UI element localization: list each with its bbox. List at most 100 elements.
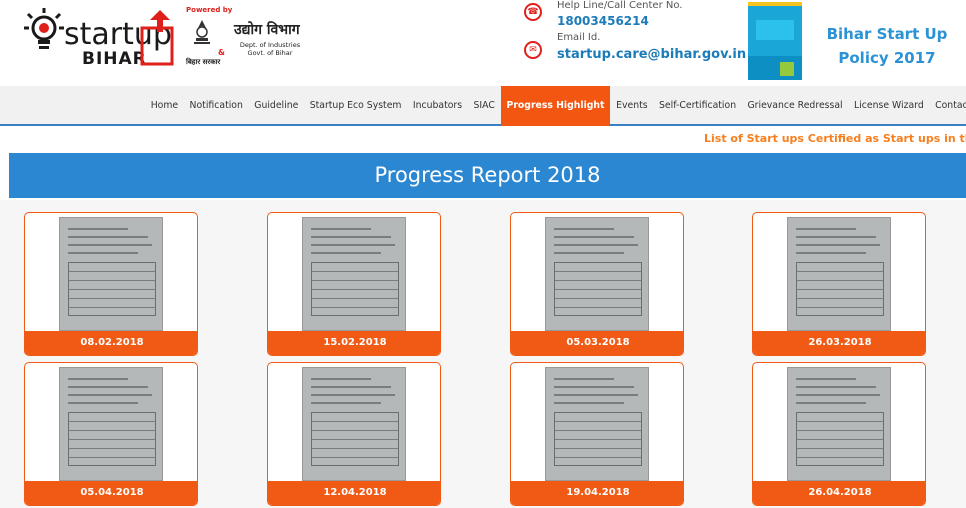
report-date[interactable]: 05.03.2018 xyxy=(511,331,683,355)
startup-bihar-logo[interactable]: startup BIHAR xyxy=(24,6,176,68)
bulb-icon xyxy=(24,8,64,49)
document-text-line xyxy=(311,228,371,230)
document-text-line xyxy=(554,236,634,238)
report-date[interactable]: 26.03.2018 xyxy=(753,331,925,355)
report-date[interactable]: 08.02.2018 xyxy=(25,331,197,355)
helpline-label: Help Line/Call Center No. xyxy=(557,0,683,11)
report-date[interactable]: 12.04.2018 xyxy=(268,481,440,505)
nav-item-incubators[interactable]: Incubators xyxy=(407,86,468,126)
document-text-line xyxy=(796,228,856,230)
nav-item-license-wizard[interactable]: License Wizard xyxy=(848,86,929,126)
dept-text: Dept. of Industries Govt. of Bihar xyxy=(228,41,312,57)
report-thumbnail[interactable] xyxy=(302,367,406,481)
news-ticker[interactable]: List of Start ups Certified as Start ups… xyxy=(0,128,966,150)
bihar-sarkar-text: बिहार सरकार xyxy=(186,58,221,66)
document-text-line xyxy=(68,244,152,246)
document-text-line xyxy=(796,244,880,246)
nav-item-siac[interactable]: SIAC xyxy=(468,86,501,126)
dept-line1: Dept. of Industries xyxy=(239,41,301,49)
document-text-line xyxy=(796,386,876,388)
ampersand: & xyxy=(218,48,225,57)
document-text-line xyxy=(554,244,638,246)
report-date[interactable]: 26.04.2018 xyxy=(753,481,925,505)
page-title: Progress Report 2018 xyxy=(9,153,966,198)
policy-line1: Bihar Start Up xyxy=(826,25,948,43)
document-text-line xyxy=(554,386,634,388)
nav-item-progress-highlight[interactable]: Progress Highlight xyxy=(500,86,611,126)
document-text-line xyxy=(68,378,128,380)
document-text-line xyxy=(311,244,395,246)
helpline-number[interactable]: 18003456214 xyxy=(557,14,649,28)
document-text-line xyxy=(311,252,381,254)
svg-text:BIHAR: BIHAR xyxy=(82,49,147,68)
report-thumbnail[interactable] xyxy=(59,217,163,331)
site-header: startup BIHAR Powered by उद्योग विभाग & … xyxy=(0,0,966,86)
report-card[interactable]: 15.02.2018 xyxy=(267,212,441,356)
phone-icon: ☎ xyxy=(524,3,542,21)
document-text-line xyxy=(68,394,152,396)
nav-item-startup-eco-system[interactable]: Startup Eco System xyxy=(304,86,407,126)
document-table xyxy=(68,262,156,316)
document-text-line xyxy=(311,402,381,404)
document-text-line xyxy=(554,252,624,254)
document-table xyxy=(554,412,642,466)
report-grid: 08.02.2018 15.02.2018 05.03.2018 26.03.2… xyxy=(0,200,966,508)
document-table xyxy=(68,412,156,466)
policy-link[interactable]: Bihar Start Up Policy 2017 xyxy=(812,22,962,70)
report-card[interactable]: 26.04.2018 xyxy=(752,362,926,506)
report-card[interactable]: 08.02.2018 xyxy=(24,212,198,356)
nav-item-events[interactable]: Events xyxy=(610,86,653,126)
document-text-line xyxy=(796,378,856,380)
document-table xyxy=(311,262,399,316)
report-card[interactable]: 26.03.2018 xyxy=(752,212,926,356)
document-table xyxy=(796,262,884,316)
document-text-line xyxy=(554,394,638,396)
document-text-line xyxy=(68,228,128,230)
report-card[interactable]: 05.03.2018 xyxy=(510,212,684,356)
report-date[interactable]: 05.04.2018 xyxy=(25,481,197,505)
document-table xyxy=(796,412,884,466)
report-thumbnail[interactable] xyxy=(302,217,406,331)
nav-item-notification[interactable]: Notification xyxy=(184,86,249,126)
powered-by-block: Powered by उद्योग विभाग & Dept. of Indus… xyxy=(186,6,326,68)
nav-item-guideline[interactable]: Guideline xyxy=(249,86,304,126)
document-text-line xyxy=(68,236,148,238)
dept-line2: Govt. of Bihar xyxy=(247,49,293,57)
report-date[interactable]: 15.02.2018 xyxy=(268,331,440,355)
report-date[interactable]: 19.04.2018 xyxy=(511,481,683,505)
report-card[interactable]: 12.04.2018 xyxy=(267,362,441,506)
report-thumbnail[interactable] xyxy=(59,367,163,481)
document-table xyxy=(554,262,642,316)
main-nav: Home Notification Guideline Startup Eco … xyxy=(0,86,966,126)
report-thumbnail[interactable] xyxy=(545,367,649,481)
report-thumbnail[interactable] xyxy=(787,217,891,331)
nav-item-contact-us[interactable]: Contact Us xyxy=(929,86,966,126)
report-thumbnail[interactable] xyxy=(545,217,649,331)
document-text-line xyxy=(796,252,866,254)
document-text-line xyxy=(554,402,624,404)
report-card[interactable]: 05.04.2018 xyxy=(24,362,198,506)
policy-booklet-image[interactable] xyxy=(748,2,802,80)
nav-item-home[interactable]: Home xyxy=(145,86,184,126)
udyog-vibhag-text: उद्योग विभाग xyxy=(234,22,300,38)
ticker-text[interactable]: List of Start ups Certified as Start ups… xyxy=(704,132,966,145)
nav-item-self-certification[interactable]: Self-Certification xyxy=(653,86,741,126)
svg-text:startup: startup xyxy=(64,17,172,52)
mail-icon: ✉ xyxy=(524,41,542,59)
email-link[interactable]: startup.care@bihar.gov.in xyxy=(557,47,746,62)
document-text-line xyxy=(796,394,880,396)
document-table xyxy=(311,412,399,466)
email-label: Email Id. xyxy=(557,32,601,43)
report-thumbnail[interactable] xyxy=(787,367,891,481)
report-card[interactable]: 19.04.2018 xyxy=(510,362,684,506)
document-text-line xyxy=(796,236,876,238)
document-text-line xyxy=(68,386,148,388)
document-text-line xyxy=(68,252,138,254)
document-text-line xyxy=(311,378,371,380)
document-text-line xyxy=(68,402,138,404)
document-text-line xyxy=(554,378,614,380)
document-text-line xyxy=(311,236,391,238)
document-text-line xyxy=(311,386,391,388)
contact-block: ☎ Help Line/Call Center No. 18003456214 … xyxy=(520,0,750,86)
nav-item-grievance-redressal[interactable]: Grievance Redressal xyxy=(742,86,849,126)
